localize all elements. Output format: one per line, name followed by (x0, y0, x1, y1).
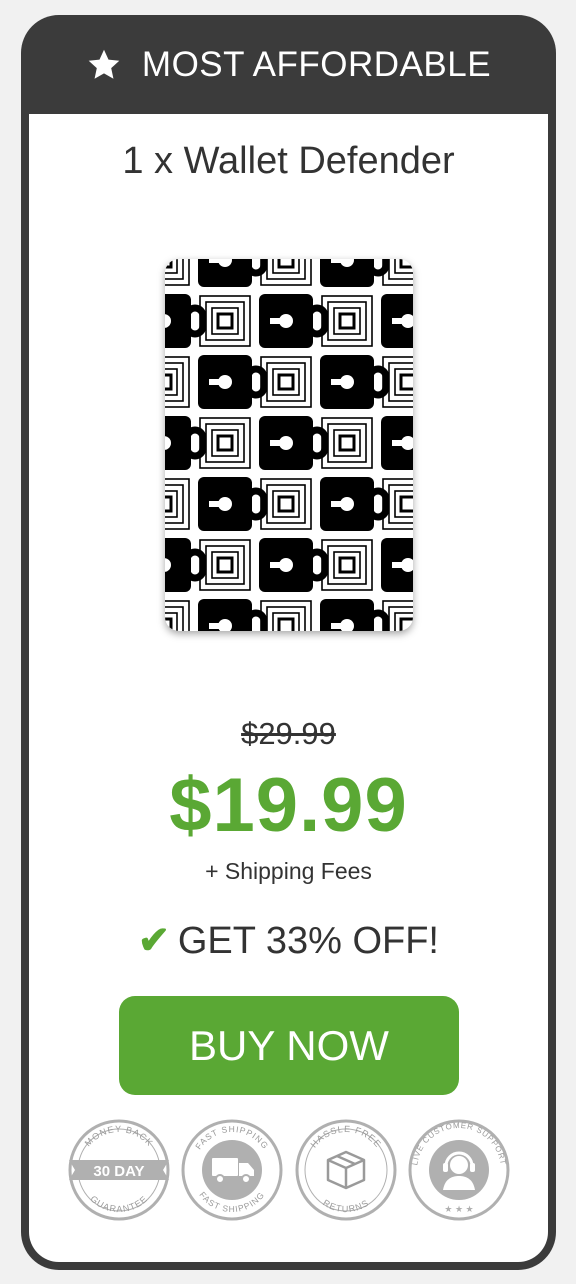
trust-badges: MONEY BACK 30 DAY GUARANTEE FAST SHIPPIN… (67, 1118, 511, 1222)
buy-now-button[interactable]: BUY NOW (119, 996, 459, 1095)
product-title: 1 x Wallet Defender (122, 140, 455, 182)
star-icon (88, 49, 120, 79)
discount-text: GET 33% OFF! (177, 920, 439, 962)
svg-text:★ ★ ★: ★ ★ ★ (444, 1204, 473, 1214)
svg-text:RETURNS: RETURNS (321, 1198, 371, 1214)
header-title: MOST AFFORDABLE (141, 44, 492, 84)
box-icon (326, 1150, 366, 1190)
shipping-note: + Shipping Fees (205, 858, 372, 884)
svg-text:GUARANTEE: GUARANTEE (88, 1194, 149, 1215)
card-body: 1 x Wallet Defender $29.99 $19.99 + Ship… (29, 114, 548, 1262)
fast-shipping-badge: FAST SHIPPING FAST SHIPPING (181, 1119, 283, 1221)
original-price: $29.99 (241, 716, 336, 751)
sale-price: $19.99 (169, 763, 408, 848)
pricing-card: MOST AFFORDABLE 1 x Wallet Defender $29.… (21, 15, 556, 1270)
product-image (165, 259, 413, 631)
discount-banner: ✔ GET 33% OFF! (29, 918, 548, 963)
hassle-free-returns-badge: HASSLE FREE RETURNS (295, 1119, 397, 1221)
live-support-badge: LIVE CUSTOMER SUPPORT ★ ★ ★ (408, 1119, 510, 1221)
card-header: MOST AFFORDABLE (21, 15, 556, 114)
svg-text:30 DAY: 30 DAY (93, 1163, 144, 1180)
check-icon: ✔ (138, 920, 170, 962)
money-back-guarantee-badge: MONEY BACK 30 DAY GUARANTEE (68, 1119, 170, 1221)
